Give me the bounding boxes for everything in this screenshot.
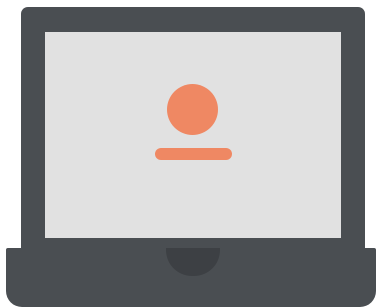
laptop-screen <box>45 32 341 238</box>
user-avatar-head-icon <box>167 84 218 135</box>
user-avatar-body-icon <box>155 148 232 160</box>
laptop-illustration <box>0 0 378 307</box>
